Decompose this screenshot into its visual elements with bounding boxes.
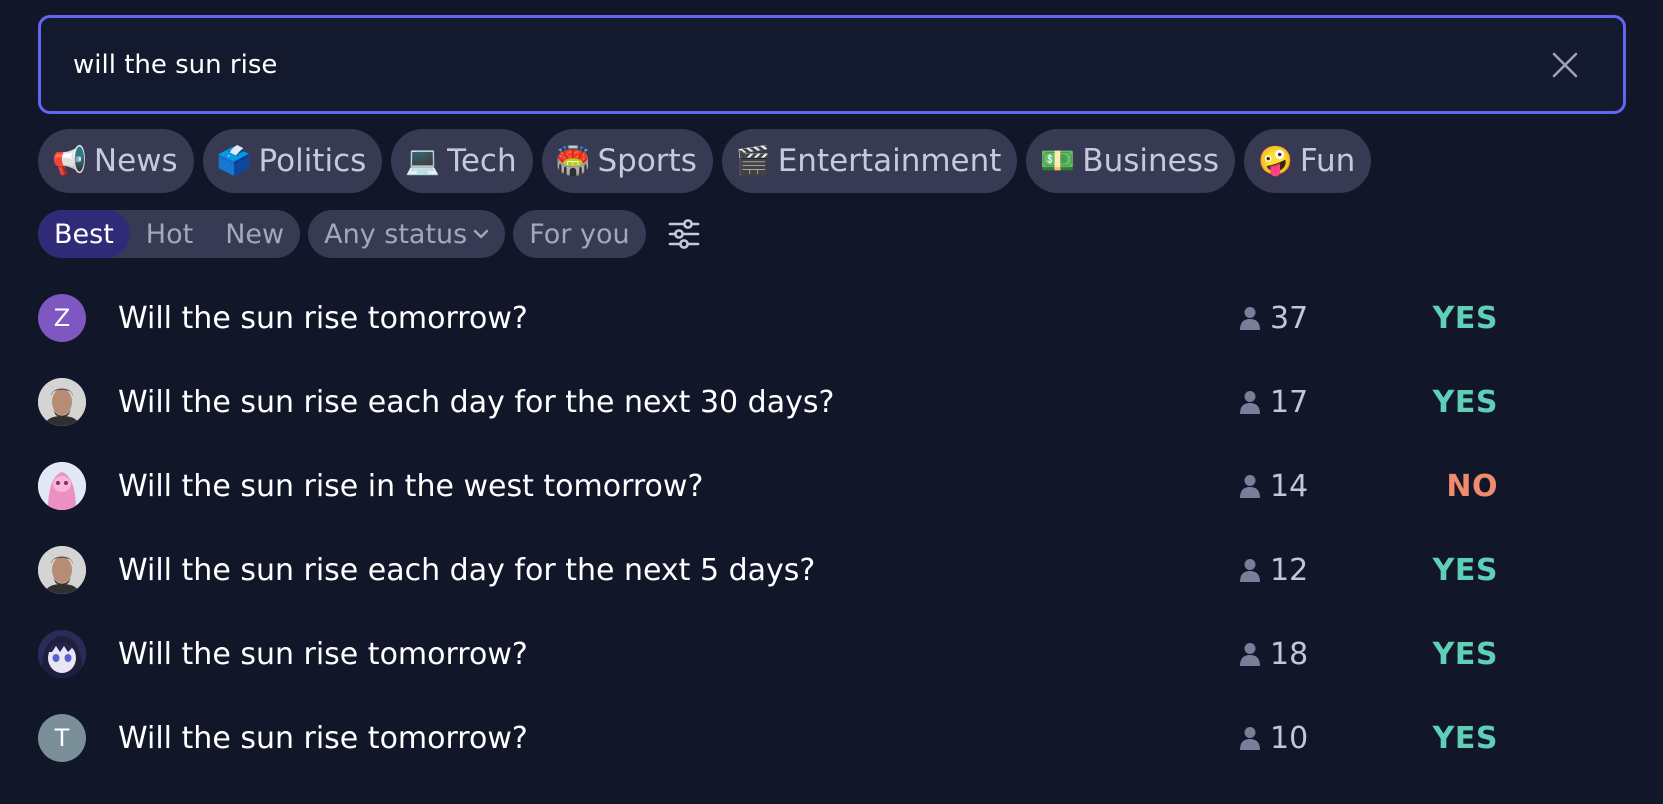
resolution-badge: YES <box>1432 720 1498 756</box>
trader-count: 10 <box>1238 721 1308 756</box>
megaphone-icon: 📢 <box>52 144 87 177</box>
trader-count-value: 10 <box>1270 720 1309 756</box>
list-item[interactable]: T Will the sun rise tomorrow? 10 YES <box>38 696 1498 780</box>
clapper-board-icon: 🎬 <box>735 144 771 177</box>
topic-fun[interactable]: 🤪 Fun <box>1244 129 1372 193</box>
anime-avatar-icon <box>38 630 86 678</box>
market-question[interactable]: Will the sun rise each day for the next … <box>118 385 834 420</box>
person-icon <box>1240 727 1260 750</box>
market-question[interactable]: Will the sun rise in the west tomorrow? <box>118 469 703 504</box>
topic-business[interactable]: 💵 Business <box>1026 129 1235 193</box>
sort-hot[interactable]: Hot <box>130 210 209 258</box>
trader-count-value: 14 <box>1270 468 1309 504</box>
avatar[interactable]: Z <box>38 294 86 342</box>
advanced-filters-button[interactable] <box>660 210 708 258</box>
list-item[interactable]: Will the sun rise each day for the next … <box>38 360 1498 444</box>
search-page: 📢 News 🗳️ Politics 💻 Tech 🏟️ Sports 🎬 En… <box>0 0 1663 804</box>
topic-label: News <box>93 143 178 179</box>
pink-creature-avatar-icon <box>38 462 86 510</box>
avatar[interactable]: T <box>38 714 86 762</box>
person-icon <box>1240 475 1260 498</box>
trader-count: 14 <box>1238 469 1308 504</box>
list-item[interactable]: Z Will the sun rise tomorrow? 37 YES <box>38 276 1498 360</box>
topic-filters: 📢 News 🗳️ Politics 💻 Tech 🏟️ Sports 🎬 En… <box>38 129 1372 193</box>
list-item[interactable]: Will the sun rise each day for the next … <box>38 528 1498 612</box>
market-question[interactable]: Will the sun rise each day for the next … <box>118 553 815 588</box>
topic-label: Fun <box>1299 143 1356 179</box>
topic-tech[interactable]: 💻 Tech <box>391 129 533 193</box>
topic-entertainment[interactable]: 🎬 Entertainment <box>721 129 1018 193</box>
avatar-initial: Z <box>53 304 71 332</box>
user-photo-icon <box>38 378 86 426</box>
search-input[interactable] <box>41 18 1541 111</box>
trader-count: 37 <box>1238 301 1308 336</box>
stadium-icon: 🏟️ <box>555 144 591 177</box>
topic-label: Business <box>1082 143 1219 179</box>
person-icon <box>1240 559 1260 582</box>
person-icon <box>1240 643 1260 666</box>
filter-bar: Best Hot New Any status For you <box>38 210 708 258</box>
topic-label: Sports <box>597 143 697 179</box>
ballot-box-icon: 🗳️ <box>216 144 252 177</box>
trader-count-value: 18 <box>1270 636 1309 672</box>
chevron-down-icon <box>473 228 489 240</box>
user-photo-icon <box>38 546 86 594</box>
list-item[interactable]: Will the sun rise in the west tomorrow? … <box>38 444 1498 528</box>
avatar[interactable] <box>38 462 86 510</box>
topic-sports[interactable]: 🏟️ Sports <box>541 129 713 193</box>
sort-toggle: Best Hot New <box>38 210 301 258</box>
status-dropdown[interactable]: Any status <box>308 210 506 258</box>
market-question[interactable]: Will the sun rise tomorrow? <box>118 637 528 672</box>
person-icon <box>1240 391 1260 414</box>
list-item[interactable]: Will the sun rise tomorrow? 18 YES <box>38 612 1498 696</box>
search-box <box>38 15 1626 114</box>
market-question[interactable]: Will the sun rise tomorrow? <box>118 301 528 336</box>
sort-best[interactable]: Best <box>38 210 130 258</box>
trader-count-value: 37 <box>1270 300 1309 336</box>
trader-count-value: 12 <box>1270 552 1309 588</box>
laptop-icon: 💻 <box>405 144 441 177</box>
sliders-icon <box>668 219 699 249</box>
resolution-badge: YES <box>1432 384 1498 420</box>
resolution-badge: YES <box>1432 300 1498 336</box>
avatar-initial: T <box>54 724 70 752</box>
topic-label: Tech <box>447 143 517 179</box>
topic-label: Politics <box>258 143 367 179</box>
resolution-badge: NO <box>1446 468 1498 504</box>
avatar[interactable] <box>38 630 86 678</box>
results-list: Z Will the sun rise tomorrow? 37 YES Wil… <box>38 276 1498 780</box>
trader-count: 18 <box>1238 637 1308 672</box>
resolution-badge: YES <box>1432 636 1498 672</box>
status-label: Any status <box>324 218 468 250</box>
dollar-banknote-icon: 💵 <box>1040 144 1076 177</box>
clear-search-button[interactable] <box>1541 41 1589 89</box>
person-icon <box>1240 307 1260 330</box>
trader-count-value: 17 <box>1270 384 1309 420</box>
topic-politics[interactable]: 🗳️ Politics <box>202 129 383 193</box>
trader-count: 17 <box>1238 385 1308 420</box>
for-you-toggle[interactable]: For you <box>513 210 646 258</box>
trader-count: 12 <box>1238 553 1308 588</box>
avatar[interactable] <box>38 546 86 594</box>
market-question[interactable]: Will the sun rise tomorrow? <box>118 721 528 756</box>
sort-new[interactable]: New <box>209 210 300 258</box>
topic-label: Entertainment <box>777 143 1002 179</box>
close-icon <box>1552 52 1578 77</box>
topic-news[interactable]: 📢 News <box>38 129 194 193</box>
resolution-badge: YES <box>1432 552 1498 588</box>
zany-face-icon: 🤪 <box>1258 144 1293 177</box>
avatar[interactable] <box>38 378 86 426</box>
